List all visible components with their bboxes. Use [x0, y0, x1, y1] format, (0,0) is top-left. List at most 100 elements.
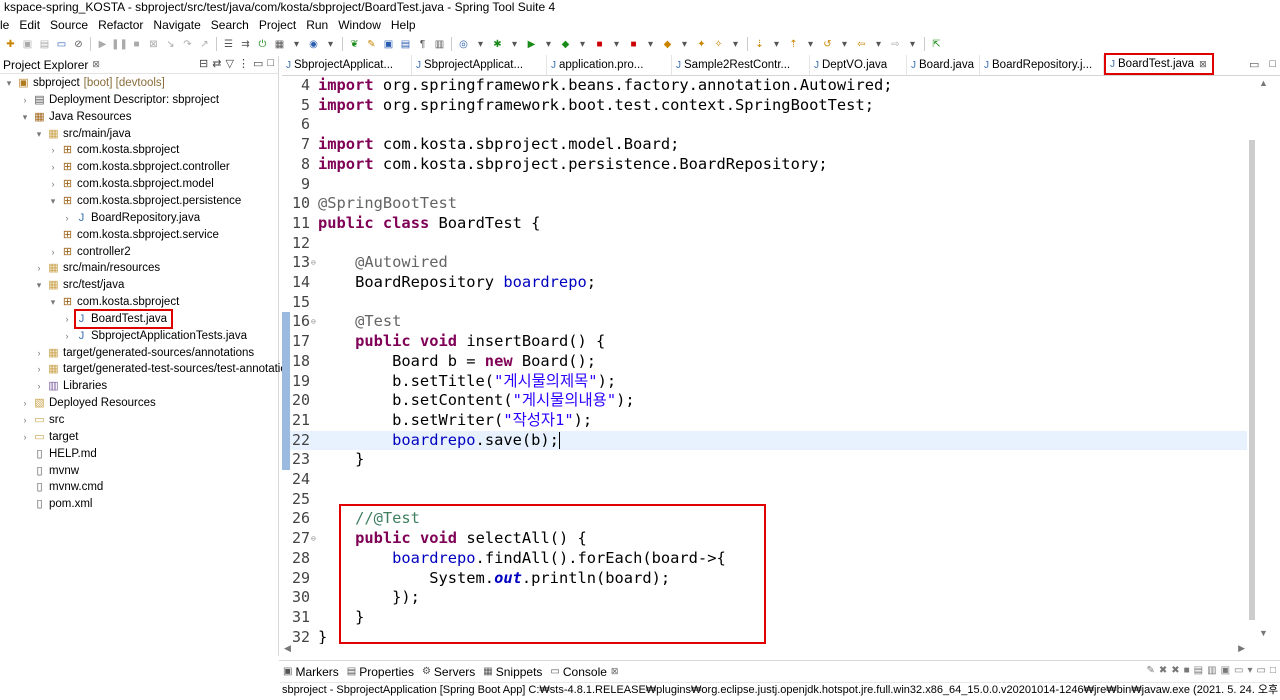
project-explorer-title[interactable]: Project Explorer [3, 58, 88, 72]
boot-dashboard-icon[interactable]: ⏻ [256, 38, 269, 51]
skip-breakpoints-icon[interactable]: ⊘ [72, 38, 85, 51]
code-line[interactable]: 5 import org.springframework.boot.test.co… [282, 96, 1247, 116]
search-icon[interactable]: ◎ [457, 38, 470, 51]
dropdown-arrow-icon[interactable]: ▾ [770, 38, 783, 51]
expanded-arrow-icon[interactable]: ▾ [48, 193, 58, 210]
code-line[interactable]: 19 b.setTitle("게시물의제목"); [282, 372, 1247, 392]
menu-item-refactor[interactable]: Refactor [93, 16, 148, 34]
new-server-icon[interactable]: ▦ [273, 38, 286, 51]
use-step-filters-icon[interactable]: ⇉ [239, 38, 252, 51]
code-line[interactable]: 6 [282, 115, 1247, 135]
menu-item-source[interactable]: Source [45, 16, 93, 34]
dropdown-arrow-icon[interactable]: ▾ [872, 38, 885, 51]
display-console-icon[interactable]: ▭ [1234, 665, 1243, 676]
pin-editor-icon[interactable]: ⇱ [930, 38, 943, 51]
toggle-block-icon[interactable]: ▣ [382, 38, 395, 51]
tree-item[interactable]: ▾ ▣ sbproject [boot] [devtools] [4, 75, 165, 92]
expanded-arrow-icon[interactable]: ▾ [34, 126, 44, 143]
code-line[interactable]: 22 boardrepo.save(b); [282, 430, 1247, 451]
view-tab-servers[interactable]: ⚙ Servers [418, 665, 479, 679]
tree-item[interactable]: › ⊞ controller2 [48, 244, 131, 261]
collapsed-arrow-icon[interactable]: › [48, 176, 58, 193]
minimize-icon[interactable]: ▭ [1257, 665, 1266, 676]
close-tab-icon[interactable]: ⊠ [611, 666, 619, 677]
relaunch-icon[interactable]: ■ [627, 38, 640, 51]
dropdown-arrow-icon[interactable]: ▾ [678, 38, 691, 51]
scroll-left-arrow-icon[interactable]: ◀ [284, 643, 291, 654]
collapsed-arrow-icon[interactable]: › [34, 361, 44, 378]
word-wrap-icon[interactable]: ▥ [1207, 665, 1216, 676]
menu-item-search[interactable]: Search [206, 16, 254, 34]
dropdown-arrow-icon[interactable]: ▾ [906, 38, 919, 51]
tree-item[interactable]: › ▥ Libraries [34, 378, 108, 395]
console-toggle-icon[interactable]: ▭ [55, 38, 68, 51]
code-line[interactable]: 20 b.setContent("게시물의내용"); [282, 391, 1247, 411]
tree-item[interactable]: › ⊞ com.kosta.sbproject.model [48, 176, 214, 193]
dropdown-arrow-icon[interactable]: ▾ [804, 38, 817, 51]
view-menu-icon[interactable]: ⋮ [238, 57, 249, 70]
forward-icon[interactable]: ⇨ [889, 38, 902, 51]
menu-item-window[interactable]: Window [333, 16, 386, 34]
coverage-icon[interactable]: ◆ [559, 38, 572, 51]
minimize-icon[interactable]: ▭ [1249, 58, 1259, 71]
code-line[interactable]: 4 import org.springframework.beans.factor… [282, 76, 1247, 96]
collapsed-arrow-icon[interactable]: › [34, 345, 44, 362]
view-tab-properties[interactable]: ▤ Properties [343, 665, 418, 679]
tree-item[interactable]: › ▦ target/generated-test-sources/test-ann… [34, 361, 299, 378]
expanded-arrow-icon[interactable]: ▾ [48, 294, 58, 311]
new-icon[interactable]: ✚ [4, 38, 17, 51]
block-selection-icon[interactable]: ▥ [433, 38, 446, 51]
code-line[interactable]: 16 ⊖ @Test [282, 312, 1247, 332]
terminate-icon[interactable]: ■ [1184, 665, 1190, 676]
maximize-icon[interactable]: □ [267, 57, 274, 70]
last-edit-location-icon[interactable]: ↺ [821, 38, 834, 51]
tree-item[interactable]: › ▧ Deployed Resources [20, 395, 156, 412]
step-over-icon[interactable]: ↷ [181, 38, 194, 51]
code-line[interactable]: 15 [282, 293, 1247, 313]
menu-item-edit[interactable]: Edit [14, 16, 45, 34]
mark-occurrences-icon[interactable]: ✎ [365, 38, 378, 51]
remove-all-icon[interactable]: ✖ [1171, 665, 1179, 676]
tree-item[interactable]: ▯ mvnw.cmd [20, 479, 103, 496]
word-wrap-icon[interactable]: ▤ [399, 38, 412, 51]
dropdown-arrow-icon[interactable]: ▾ [838, 38, 851, 51]
code-line[interactable]: 10 @SpringBootTest [282, 194, 1247, 214]
close-icon[interactable]: ⊠ [92, 59, 100, 70]
collapsed-arrow-icon[interactable]: › [34, 260, 44, 277]
tree-item[interactable]: ▯ pom.xml [20, 496, 92, 513]
pin-console-icon[interactable]: ▣ [1221, 665, 1230, 676]
tree-item[interactable]: › J BoardRepository.java [62, 210, 201, 227]
editor-tab[interactable]: J BoardTest.java ⊠ [1104, 53, 1214, 75]
drop-frame-icon[interactable]: ☰ [222, 38, 235, 51]
menu-item-run[interactable]: Run [301, 16, 333, 34]
next-annotation-icon[interactable]: ⇣ [753, 38, 766, 51]
tree-item[interactable]: ▾ ▦ Java Resources [20, 109, 132, 126]
open-perspective-icon[interactable]: ◉ [307, 38, 320, 51]
code-line[interactable]: 13 ⊖ @Autowired [282, 253, 1247, 273]
code-line[interactable]: 8 import com.kosta.sbproject.persistence.… [282, 155, 1247, 175]
collapsed-arrow-icon[interactable]: › [20, 395, 30, 412]
code-line[interactable]: 17 public void insertBoard() { [282, 332, 1247, 352]
editor-tab[interactable]: Japplication.pro... [547, 55, 672, 75]
expanded-arrow-icon[interactable]: ▾ [4, 75, 14, 92]
code-line[interactable]: 7 import com.kosta.sbproject.model.Board; [282, 135, 1247, 155]
dropdown-arrow-icon[interactable]: ▾ [610, 38, 623, 51]
dropdown-arrow-icon[interactable]: ▾ [542, 38, 555, 51]
tree-item[interactable]: ▾ ⊞ com.kosta.sbproject.persistence [48, 193, 242, 210]
code-line[interactable]: 9 [282, 175, 1247, 195]
step-into-icon[interactable]: ↘ [164, 38, 177, 51]
collapsed-arrow-icon[interactable]: › [62, 311, 72, 328]
dropdown-arrow-icon[interactable]: ▾ [644, 38, 657, 51]
save-all-icon[interactable]: ▤ [38, 38, 51, 51]
filter-icon[interactable]: ▽ [225, 57, 233, 70]
new-java-package-icon[interactable]: ✦ [695, 38, 708, 51]
tree-item[interactable]: › ⊞ com.kosta.sbproject [48, 142, 180, 159]
tree-item[interactable]: › J SbprojectApplicationTests.java [62, 328, 247, 345]
dropdown-arrow-icon[interactable]: ▾ [729, 38, 742, 51]
editor-tab[interactable]: J SbprojectApplicat... [412, 55, 547, 75]
open-type-icon[interactable]: ◆ [661, 38, 674, 51]
scroll-thumb[interactable] [1249, 140, 1255, 620]
dropdown-arrow-icon[interactable]: ▾ [508, 38, 521, 51]
code-line[interactable]: 21 b.setWriter("작성자1"); [282, 411, 1247, 431]
menu-item-help[interactable]: Help [386, 16, 421, 34]
